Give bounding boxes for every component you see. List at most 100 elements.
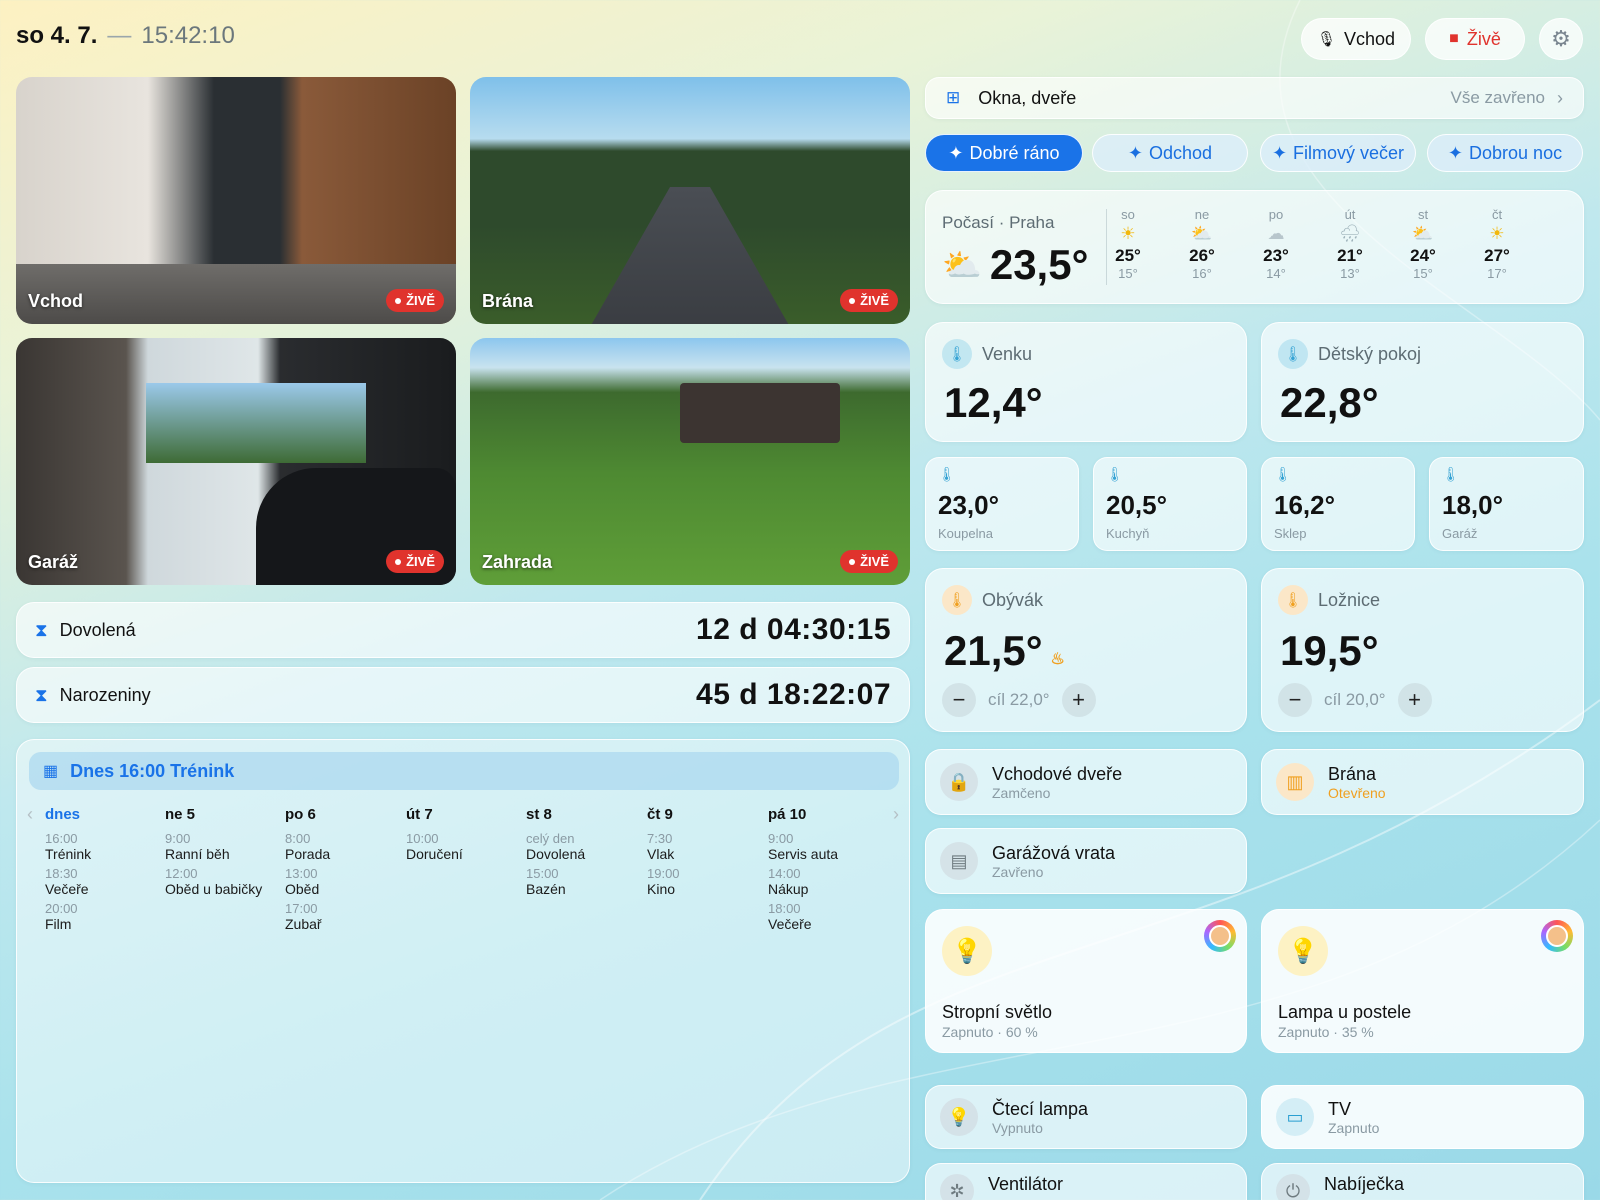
- event-name[interactable]: Nákup: [768, 881, 886, 898]
- device-status: Otevřeno: [1328, 784, 1386, 801]
- temp-increase-button[interactable]: +: [1061, 683, 1096, 717]
- forecast-high: 27°: [1484, 246, 1510, 265]
- gear-icon: ⚙: [1551, 26, 1571, 51]
- temp-koupelna[interactable]: 🌡 23,0° Koupelna: [925, 457, 1079, 551]
- light-lampa-u-postele[interactable]: 💡 Lampa u postele Zapnuto · 35 %: [1261, 909, 1584, 1053]
- device-name: Nabíječka: [1324, 1174, 1405, 1194]
- color-picker-icon[interactable]: [1204, 920, 1236, 952]
- event-time: 9:00: [768, 831, 794, 846]
- partly-cloudy-icon: ⛅: [1191, 224, 1213, 243]
- thermostat-target: cíl 20,0°: [1324, 690, 1386, 709]
- device-garazova-vrata[interactable]: ▤ Garážová vrata Zavřeno: [925, 828, 1247, 894]
- hourglass-icon: ⧗: [35, 619, 48, 640]
- calendar-banner[interactable]: ▦ Dnes 16:00 Trénink: [29, 752, 899, 790]
- temp-venku[interactable]: 🌡 Venku 12,4°: [925, 322, 1247, 442]
- event-time: celý den: [526, 831, 575, 846]
- forecast-day: st ⛅ 24° 15°: [1393, 207, 1453, 281]
- event-name[interactable]: Doručení: [406, 846, 524, 863]
- device-vchodove-dvere[interactable]: 🔒 Vchodové dveře Zamčeno: [925, 749, 1247, 815]
- forecast-day-label: ne: [1194, 207, 1210, 222]
- event-name[interactable]: Večeře: [768, 916, 886, 933]
- event-name[interactable]: Vlak: [647, 846, 765, 863]
- event-name[interactable]: Večeře: [45, 881, 163, 898]
- header-time: 15:42:10: [141, 22, 235, 49]
- device-status: Zamčeno: [992, 784, 1051, 801]
- light-stropni-svetlo[interactable]: 💡 Stropní světlo Zapnuto · 60 %: [925, 909, 1247, 1053]
- temp-increase-button[interactable]: +: [1397, 683, 1432, 717]
- event-name[interactable]: Film: [45, 916, 163, 933]
- device-nabijecka[interactable]: ⏻ Nabíječka: [1261, 1163, 1584, 1200]
- forecast-day: po ☁ 23° 14°: [1246, 207, 1306, 281]
- calendar-card: ▦ Dnes 16:00 Trénink ‹ › dnes 16:00 Trénin…: [16, 739, 910, 1183]
- chevron-right-icon[interactable]: ›: [893, 804, 899, 825]
- temp-kuchyn[interactable]: 🌡 20,5° Kuchyň: [1093, 457, 1247, 551]
- windows-status: Vše zavřeno: [1450, 88, 1546, 107]
- calendar-day[interactable]: ne 5 9:00 Ranní běh 12:00 Oběd u babičky: [165, 806, 283, 901]
- calendar-day[interactable]: po 6 8:00 Porada 13:00 Oběd 17:00 Zubař: [285, 806, 403, 936]
- event-name[interactable]: Porada: [285, 846, 403, 863]
- event-name[interactable]: Trénink: [45, 846, 163, 863]
- calendar-day[interactable]: pá 10 9:00 Servis auta 14:00 Nákup 18:00 Večeř…: [768, 806, 886, 936]
- live-label: Živě: [1466, 28, 1501, 49]
- event-name[interactable]: Dovolená: [526, 846, 644, 863]
- countdown-dovolena[interactable]: ⧗ Dovolená 12 d 04:30:15: [16, 602, 910, 658]
- calendar-day-label: dnes: [45, 806, 81, 823]
- lightbulb-icon: 💡: [942, 926, 992, 976]
- event-name[interactable]: Bazén: [526, 881, 644, 898]
- countdown-narozeniny[interactable]: ⧗ Narozeniny 45 d 18:22:07: [16, 667, 910, 723]
- scene-dobre-rano[interactable]: ✦ Dobré ráno: [925, 134, 1083, 172]
- color-picker-icon[interactable]: [1541, 920, 1573, 952]
- scene-filmovy-vecer[interactable]: ✦ Filmový večer: [1260, 134, 1416, 172]
- event-name[interactable]: Oběd: [285, 881, 403, 898]
- device-status: Zavřeno: [992, 863, 1044, 880]
- device-brana[interactable]: ▥ Brána Otevřeno: [1261, 749, 1584, 815]
- calendar-day[interactable]: út 7 10:00 Doručení: [406, 806, 524, 866]
- calendar-day[interactable]: čt 9 7:30 Vlak 19:00 Kino: [647, 806, 765, 901]
- event-time: 19:00: [647, 866, 680, 881]
- camera-garaz[interactable]: Garáž ŽIVĚ: [16, 338, 456, 585]
- forecast-high: 24°: [1410, 246, 1436, 265]
- header-date: so 4. 7.: [16, 22, 98, 49]
- weather-card[interactable]: Počasí · Praha ⛅ 23,5° so ☀ 25° 15° ne ⛅ 26° 16…: [925, 190, 1584, 304]
- thermostat-loznice[interactable]: 🌡 Ložnice 19,5° − cíl 20,0° +: [1261, 568, 1584, 732]
- device-tv[interactable]: ▭ TV Zapnuto: [1261, 1085, 1584, 1149]
- event-name[interactable]: Zubař: [285, 916, 403, 933]
- calendar-day[interactable]: st 8 celý den Dovolená 15:00 Bazén: [526, 806, 644, 901]
- forecast-day: čt ☀ 27° 17°: [1467, 207, 1527, 281]
- live-button[interactable]: ■ Živě: [1425, 18, 1525, 60]
- temp-detsky-pokoj[interactable]: 🌡 Dětský pokoj 22,8°: [1261, 322, 1584, 442]
- temp-decrease-button[interactable]: −: [1278, 683, 1312, 717]
- temp-label: Sklep: [1274, 526, 1307, 541]
- header-datetime: so 4. 7. — 15:42:10: [16, 22, 235, 50]
- partly-cloudy-icon: ⛅: [1412, 224, 1434, 243]
- temp-garaz[interactable]: 🌡 18,0° Garáž: [1429, 457, 1584, 551]
- thermostat-obyvak[interactable]: 🌡 Obývák 21,5° ♨ − cíl 22,0° +: [925, 568, 1247, 732]
- calendar-day[interactable]: dnes 16:00 Trénink 18:30 Večeře 20:00 Film: [45, 806, 163, 936]
- event-name[interactable]: Servis auta: [768, 846, 886, 863]
- event-name[interactable]: Oběd u babičky: [165, 881, 283, 898]
- forecast-low: 16°: [1192, 266, 1212, 281]
- event-name[interactable]: Ranní běh: [165, 846, 283, 863]
- windows-doors-row[interactable]: ⊞ Okna, dveře Vše zavřeno ›: [925, 77, 1584, 119]
- temp-decrease-button[interactable]: −: [942, 683, 976, 717]
- camera-vchod[interactable]: Vchod ŽIVĚ: [16, 77, 456, 324]
- camera-brana[interactable]: Brána ŽIVĚ: [470, 77, 910, 324]
- temp-sklep[interactable]: 🌡 16,2° Sklep: [1261, 457, 1415, 551]
- hourglass-icon: ⧗: [35, 684, 48, 705]
- event-name[interactable]: Kino: [647, 881, 765, 898]
- scene-odchod[interactable]: ✦ Odchod: [1092, 134, 1248, 172]
- calendar-day-label: út 7: [406, 806, 433, 823]
- chevron-left-icon[interactable]: ‹: [27, 804, 33, 825]
- calendar-day-label: po 6: [285, 806, 316, 823]
- intercom-button[interactable]: 🎙 Vchod: [1301, 18, 1411, 60]
- temp-value: 16,2°: [1274, 490, 1336, 520]
- device-name: Lampa u postele: [1278, 1002, 1412, 1022]
- forecast-day: út 🌧 21° 13°: [1320, 207, 1380, 281]
- device-ventilator[interactable]: ✲ Ventilátor: [925, 1163, 1247, 1200]
- temp-value: 20,5°: [1106, 490, 1168, 520]
- scene-dobrou-noc[interactable]: ✦ Dobrou noc: [1427, 134, 1583, 172]
- settings-button[interactable]: ⚙: [1539, 18, 1583, 60]
- device-cteci-lampa[interactable]: 💡 Čtecí lampa Vypnuto: [925, 1085, 1247, 1149]
- forecast-day: ne ⛅ 26° 16°: [1172, 207, 1232, 281]
- camera-zahrada[interactable]: Zahrada ŽIVĚ: [470, 338, 910, 585]
